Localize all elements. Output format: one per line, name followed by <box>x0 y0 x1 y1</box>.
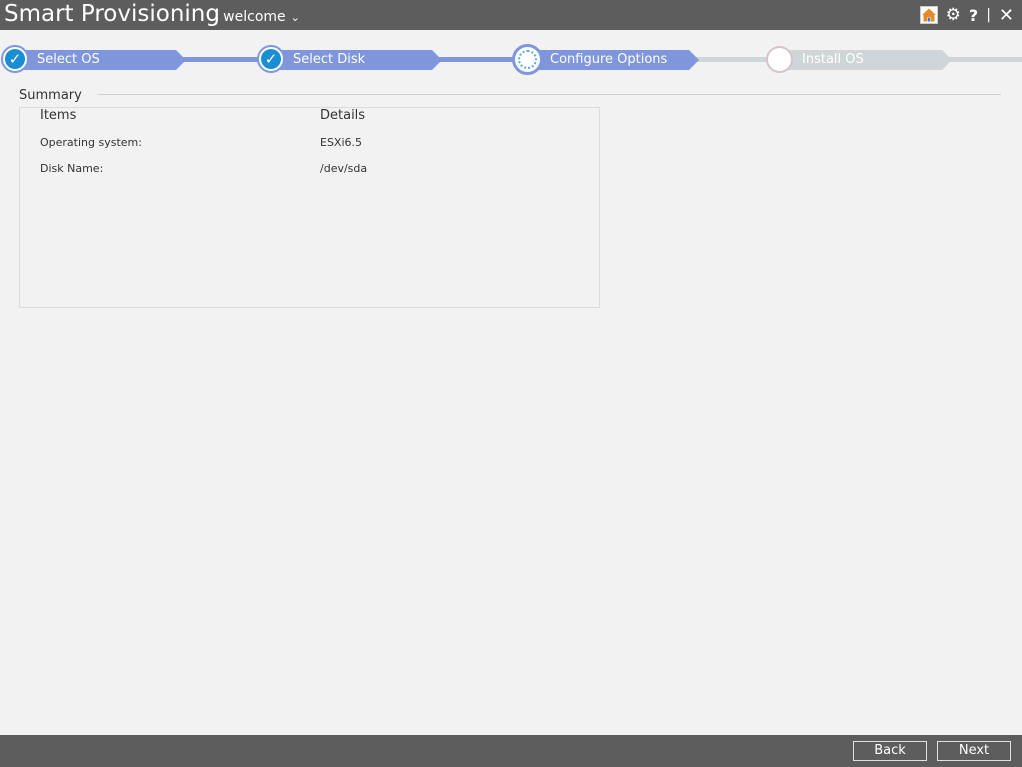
help-icon[interactable]: ? <box>969 5 978 25</box>
chevron-down-icon: ⌄ <box>290 11 300 24</box>
header-toolbar: ⚙ ? | ✕ <box>919 5 1014 26</box>
step-select-disk[interactable]: Select Disk <box>270 50 442 70</box>
column-header-items: Items <box>40 108 77 123</box>
step-complete-icon: ✓ <box>257 45 285 73</box>
step-connector <box>436 57 516 62</box>
step-connector <box>692 57 774 62</box>
user-menu[interactable]: | welcome ⌄ <box>214 8 300 27</box>
wizard-stepper: Select OS ✓ Select Disk ✓ Configure Opti… <box>0 44 1022 76</box>
back-button[interactable]: Back <box>853 741 927 761</box>
step-active-icon <box>512 44 543 75</box>
step-label: Configure Options <box>550 52 668 67</box>
close-icon[interactable]: ✕ <box>999 5 1014 26</box>
step-configure-options[interactable]: Configure Options <box>527 50 699 70</box>
row-detail-operating-system: ESXi6.5 <box>320 136 363 149</box>
next-button[interactable]: Next <box>937 741 1011 761</box>
column-header-details: Details <box>320 108 366 123</box>
step-label: Select Disk <box>293 52 366 67</box>
step-pending-icon <box>766 46 793 73</box>
checkmark-icon: ✓ <box>261 49 281 69</box>
step-install-os[interactable]: Install OS <box>780 50 952 70</box>
app-title: Smart Provisioning <box>4 1 220 27</box>
step-label: Select OS <box>37 52 100 67</box>
summary-title: Summary <box>19 88 82 103</box>
progress-spinner-icon <box>518 50 537 69</box>
step-label: Install OS <box>802 52 864 67</box>
home-icon[interactable] <box>919 5 938 25</box>
row-item-disk-name: Disk Name: <box>40 162 104 175</box>
step-select-os[interactable]: Select OS <box>14 50 186 70</box>
divider <box>98 94 1001 95</box>
checkmark-icon: ✓ <box>5 49 25 69</box>
header-separator: | <box>986 7 991 23</box>
title-bar: Smart Provisioning | welcome ⌄ ⚙ ? | ✕ <box>0 0 1022 30</box>
step-connector <box>180 57 260 62</box>
step-complete-icon: ✓ <box>1 45 29 73</box>
user-menu-label: | welcome <box>214 9 286 25</box>
row-item-operating-system: Operating system: <box>40 136 142 149</box>
gear-icon[interactable]: ⚙ <box>946 5 961 25</box>
step-connector <box>945 57 1022 62</box>
row-detail-disk-name: /dev/sda <box>320 162 368 175</box>
